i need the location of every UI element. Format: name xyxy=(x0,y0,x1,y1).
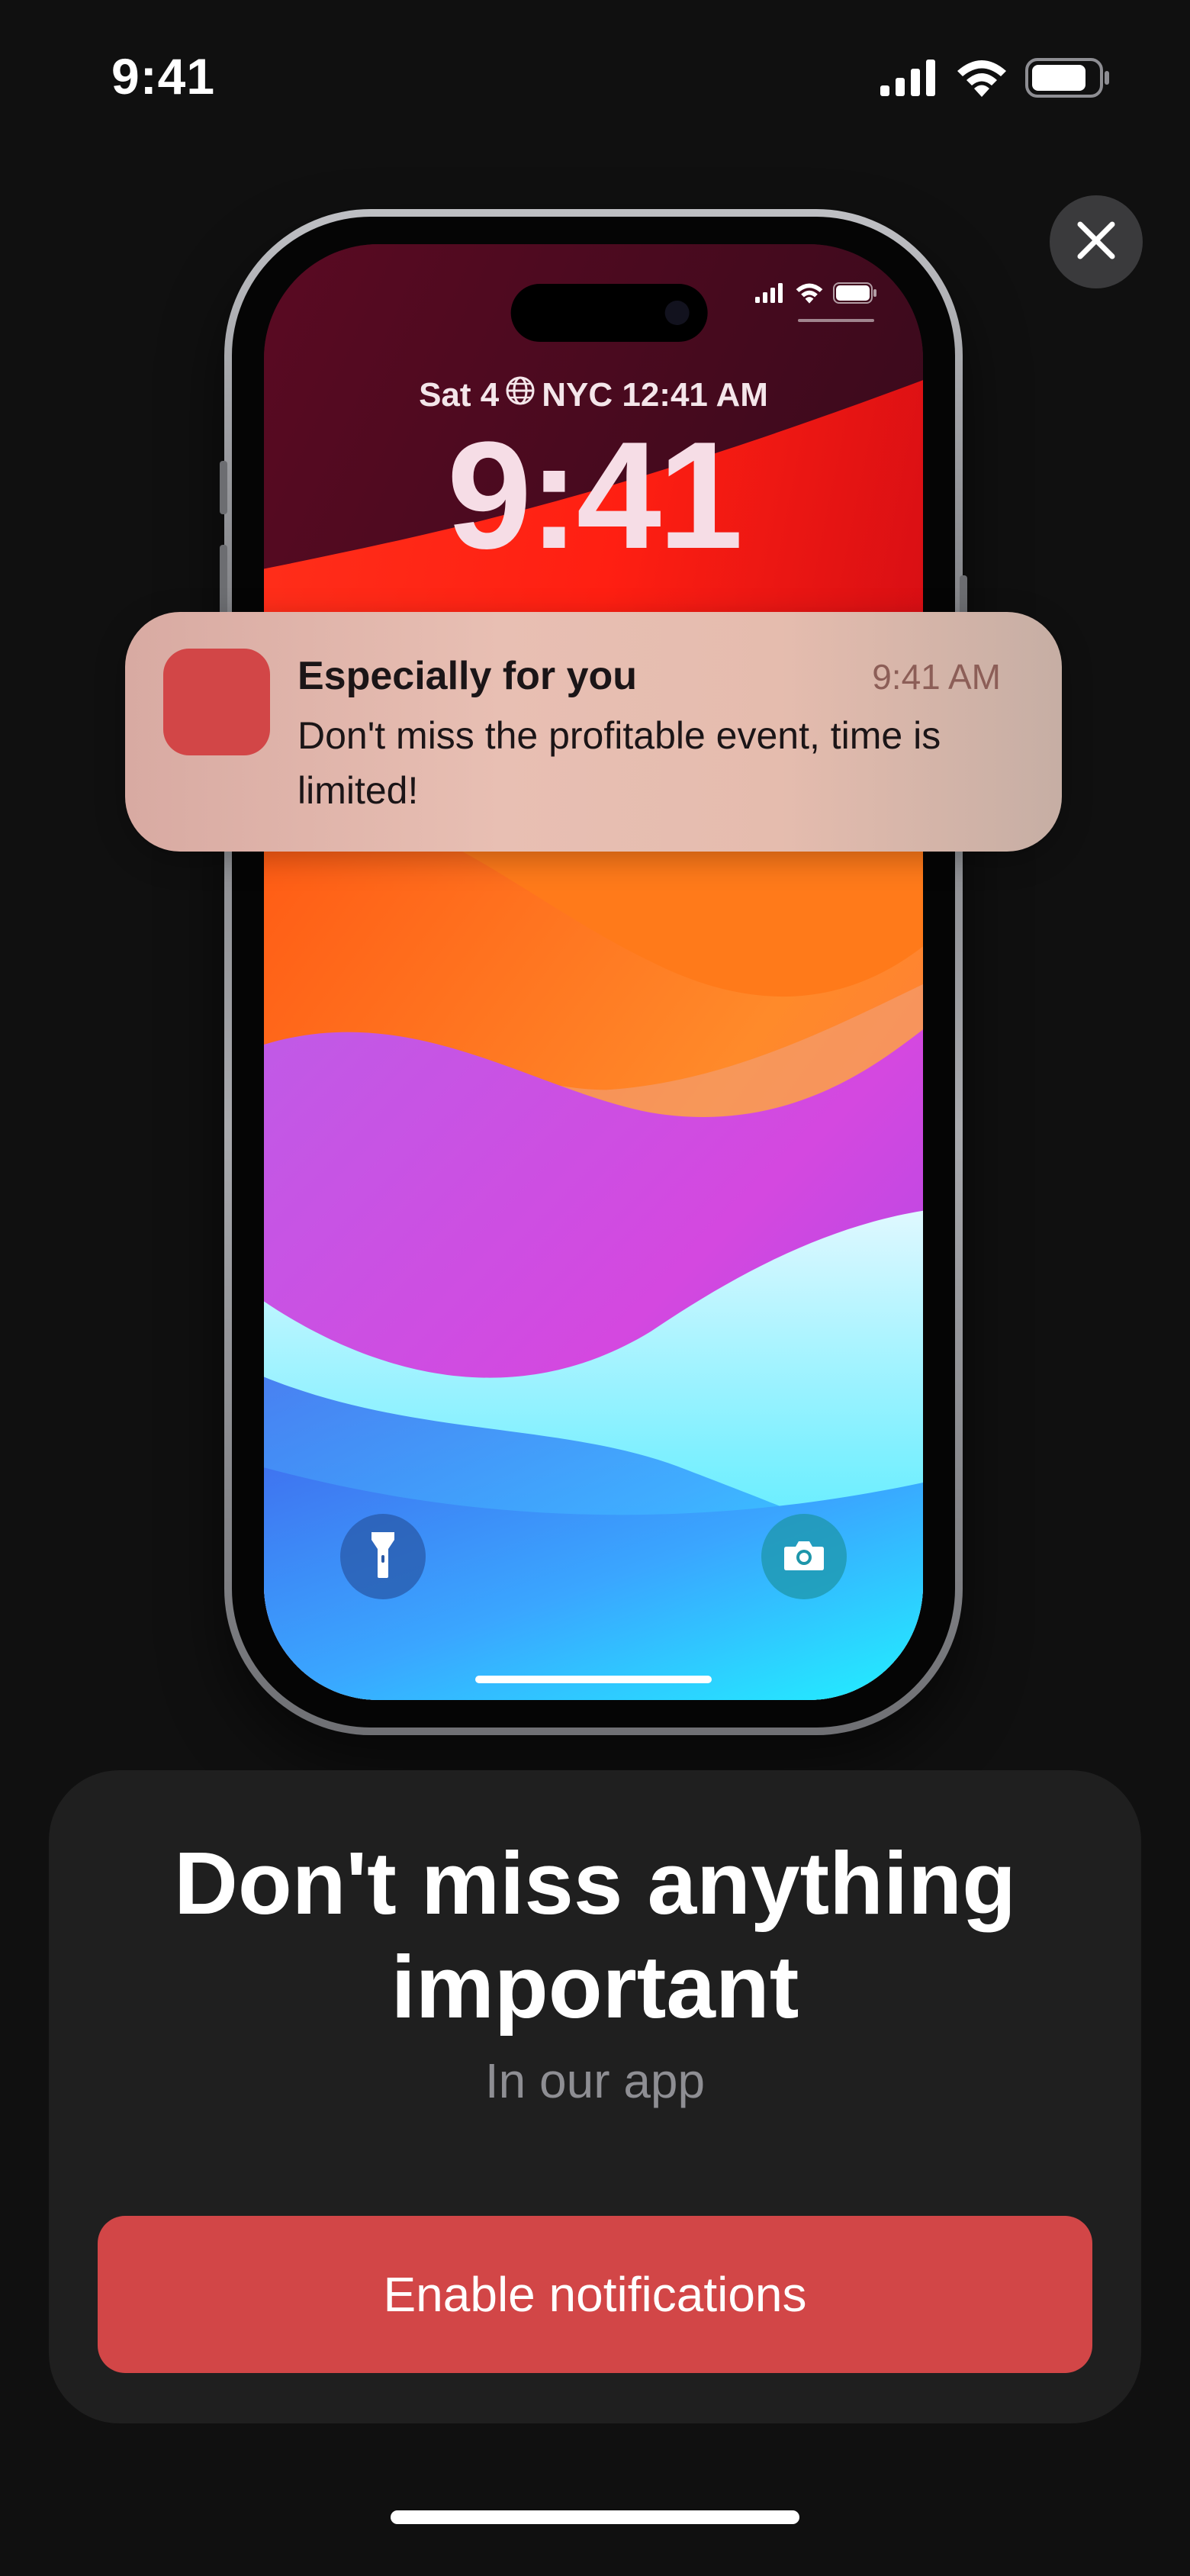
battery-icon xyxy=(833,282,877,308)
notification-banner[interactable]: Especially for you 9:41 AM Don't miss th… xyxy=(125,612,1062,852)
lock-date-label: Sat 4 xyxy=(419,375,500,414)
camera-button[interactable] xyxy=(761,1514,847,1599)
camera-icon xyxy=(783,1539,825,1575)
status-icons xyxy=(880,58,1111,101)
wifi-icon xyxy=(795,282,824,308)
signal-icon xyxy=(755,283,786,307)
flashlight-button[interactable] xyxy=(340,1514,426,1599)
wifi-icon xyxy=(955,59,1008,101)
dynamic-island xyxy=(510,284,708,342)
lock-time: 9:41 xyxy=(446,411,743,581)
signal-icon xyxy=(880,60,938,100)
lock-status-icons xyxy=(755,282,877,308)
notification-time: 9:41 AM xyxy=(872,657,1001,697)
notification-title: Especially for you xyxy=(298,654,638,698)
phone-side-button xyxy=(220,461,227,514)
notification-body: Don't miss the profitable event, time is… xyxy=(298,714,941,812)
lock-location-time: NYC 12:41 AM xyxy=(542,375,768,414)
battery-icon xyxy=(1025,58,1111,101)
lock-date: Sat 4 NYC 12:41 AM xyxy=(264,375,923,414)
flashlight-icon xyxy=(370,1531,396,1583)
home-indicator[interactable] xyxy=(391,2510,799,2524)
promo-card: Don't miss anything important In our app… xyxy=(49,1770,1141,2423)
lock-home-bar xyxy=(475,1676,712,1683)
phone-bezel: Sat 4 NYC 12:41 AM 9:41 xyxy=(232,217,955,1728)
lock-status-indicator xyxy=(798,319,874,322)
lock-screen: Sat 4 NYC 12:41 AM 9:41 xyxy=(264,244,923,1700)
close-button-circle[interactable] xyxy=(1050,195,1143,288)
close-icon xyxy=(1076,220,1117,265)
enable-notifications-button[interactable]: Enable notifications xyxy=(98,2216,1092,2373)
globe-icon xyxy=(505,375,536,414)
front-camera xyxy=(664,301,690,325)
status-bar: 9:41 xyxy=(0,0,1190,153)
status-time: 9:41 xyxy=(111,48,216,105)
card-title: Don't miss anything important xyxy=(174,1834,1016,2037)
enable-notifications-label: Enable notifications xyxy=(383,2267,807,2322)
app-icon xyxy=(163,649,270,755)
card-subtitle: In our app xyxy=(484,2053,706,2108)
phone-mockup: Sat 4 NYC 12:41 AM 9:41 xyxy=(220,209,967,1735)
close-button[interactable] xyxy=(1050,195,1188,288)
